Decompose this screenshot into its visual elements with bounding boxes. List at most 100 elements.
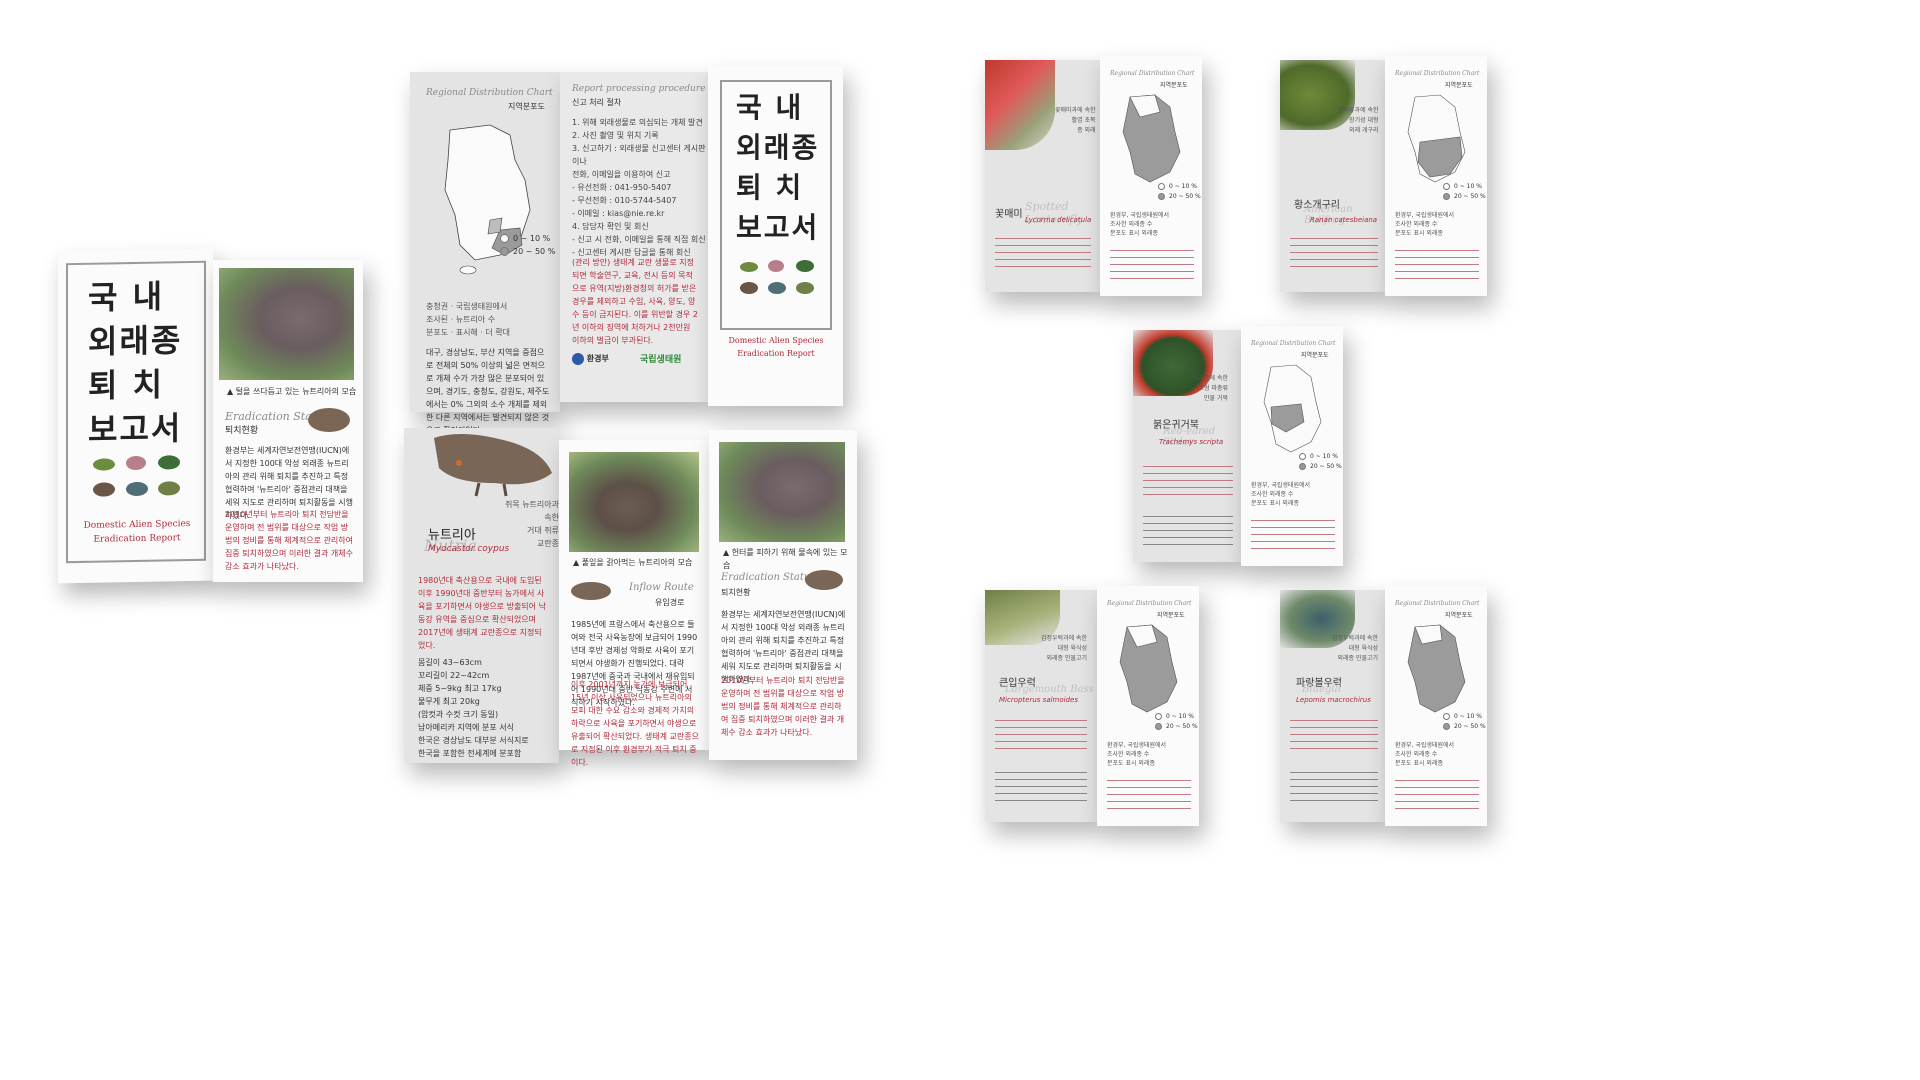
species-note: 검정우럭과에 속한 대형 육식성 외래종 민물고기 — [1041, 635, 1088, 662]
top-cover-subtitle: Domestic Alien Species Eradication Repor… — [728, 336, 824, 358]
map-title-kr: 지역분포도 — [1301, 352, 1329, 359]
species-sci: Lycorma delicatula — [1025, 216, 1092, 224]
map-title-en: Regional Distribution Chart — [1110, 70, 1195, 77]
mini-bluegill-left: 검정우럭과에 속한 대형 육식성 외래종 민물고기 파랑볼우럭 Bluegill L… — [1280, 590, 1385, 822]
nutria-icon — [740, 282, 758, 294]
top-spread-left: Regional Distribution Chart 지역분포도 0 ~ 10… — [410, 72, 560, 435]
map-legend: 0 ~ 10 % 20 ~ 50 % — [1299, 452, 1342, 472]
map-title-kr: 지역분포도 — [1445, 82, 1473, 89]
map-legend: 0 ~ 10 % 20 ~ 50 % — [1443, 712, 1486, 732]
lizard-icon — [740, 262, 758, 272]
korea-map — [1263, 364, 1322, 453]
bottom-spread-middle: ▲ 풀잎을 갉아먹는 뉴트리아의 모습 Inflow Route 유입경로 19… — [559, 440, 709, 767]
mini-turtle-left: 외래종에 속한 소형 파충류 만물 거북 붉은귀거북 Red-eared Slide… — [1133, 330, 1241, 562]
org-note: 환경부, 국립생태원에서 조사한 외래종 수 분포도 표시 외래종 — [1251, 482, 1311, 507]
map-title-kr: 지역분포도 — [1445, 612, 1473, 619]
species-body — [995, 232, 1091, 272]
left-cover-panel: 국 내 외래종 퇴 치 보고서 Domestic Alien Species E… — [58, 248, 213, 584]
species-body — [1290, 714, 1378, 754]
bottom-spread-left: 쥐목 뉴트리아과 속한 거대 쥐류 교란종 뉴트리아 Nutria Myocas… — [404, 428, 559, 763]
bottom-spread-right: ▲ 헌터를 피하기 위해 물속에 있는 모습 Eradication Statu… — [709, 430, 857, 760]
nutria-eating-photo — [569, 452, 699, 552]
species-sci: Ranan catesbeiana — [1310, 216, 1378, 224]
section-title-kr: 퇴치현황 — [225, 426, 259, 436]
org-note: 환경부, 국립생태원에서 조사한 외래종 수 분포도 표시 외래종 — [1395, 212, 1455, 237]
map-title-en: Regional Distribution Chart — [1395, 70, 1480, 77]
inflow-body-red: 이후 2001년까지 농가에 보급되어 15년 이상 사육되었으나 뉴트리아의 … — [571, 680, 699, 767]
species-note: 양서류과에 속한 장기성 대형 외래 개구리 — [1338, 107, 1379, 134]
species-body-red — [1107, 774, 1191, 814]
species-en: Largemouth Bass — [1005, 684, 1094, 695]
species-body-red — [1395, 244, 1479, 284]
species-intro: 1980년대 축산용으로 국내에 도입된 이후 1990년대 중반부터 농가에서… — [418, 576, 546, 650]
species-note: 꽃매미과에 속한 활엽 초목 종 외래 — [1055, 107, 1096, 134]
species-en: Bluegill — [1302, 684, 1341, 695]
proc-title-kr: 신고 처리 절차 — [572, 98, 622, 107]
photo-caption: ▲ 털을 쓰다듬고 있는 뉴트리아의 모습 — [227, 387, 357, 396]
nutria-small-icon — [805, 570, 843, 590]
map-legend: 0 ~ 10 % 20 ~ 50 % — [1158, 182, 1201, 202]
region-notes: 충청권 · 국립생태원에서 조사된 · 뉴트리아 수 분포도 · 표시해 · 더… — [426, 302, 511, 337]
nutria-photo — [219, 268, 354, 380]
org-note: 환경부, 국립생태원에서 조사한 외래종 수 분포도 표시 외래종 — [1107, 742, 1167, 767]
cover-subtitle: Domestic Alien Species Eradication Repor… — [83, 519, 191, 545]
map-legend: 0 ~ 10 % 20 ~ 50 % — [500, 232, 555, 258]
nutria-small-icon — [571, 582, 611, 600]
mini-lanternfly-right: Regional Distribution Chart 지역분포도 0 ~ 10… — [1100, 56, 1202, 296]
nutria-illustration-large — [434, 434, 552, 497]
photo-caption-1: ▲ 풀잎을 갉아먹는 뉴트리아의 모습 — [573, 558, 693, 567]
korea-map — [1122, 94, 1181, 183]
species-note: 외래종에 속한 소형 파충류 만물 거북 — [1193, 375, 1229, 402]
mini-turtle-right: Regional Distribution Chart 지역분포도 0 ~ 10… — [1241, 326, 1343, 566]
species-stats — [995, 766, 1087, 806]
species-body — [995, 714, 1087, 754]
logo-environment: 환경부 — [572, 352, 609, 365]
map-title-kr: 지역분포도 — [508, 102, 545, 111]
species-sci: Lepomis macrochirus — [1296, 696, 1371, 704]
species-body-red — [1110, 244, 1194, 284]
species-body-red — [1251, 514, 1335, 554]
erad-body-red: 2010년부터 뉴트리아 퇴치 전담반을 운영하며 전 범위를 대상으로 작업 … — [721, 676, 845, 737]
org-note: 환경부, 국립생태원에서 조사한 외래종 수 분포도 표시 외래종 — [1110, 212, 1170, 237]
turtle-icon — [796, 260, 814, 272]
map-title-kr: 지역분포도 — [1160, 82, 1188, 89]
nutria-water-photo — [719, 442, 845, 542]
species-stats: 몸길이 43~63cm 꼬리길이 22~42cm 체중 5~9kg 최고 17k… — [418, 658, 529, 758]
map-legend: 0 ~ 10 % 20 ~ 50 % — [1155, 712, 1198, 732]
mini-bass-left: 검정우럭과에 속한 대형 육식성 외래종 민물고기 큰입우럭 Largemouth … — [985, 590, 1097, 822]
left-inner-panel: ▲ 털을 쓰다듬고 있는 뉴트리아의 모습 Eradication Status… — [213, 260, 363, 582]
species-sci: Trachemys scripta — [1159, 438, 1224, 446]
species-body-red — [1395, 774, 1479, 814]
inflow-title-kr: 유입경로 — [655, 598, 685, 607]
erad-title-kr: 퇴치현황 — [721, 588, 751, 597]
species-note: 검정우럭과에 속한 대형 육식성 외래종 민물고기 — [1332, 635, 1379, 662]
species-kr: 꽃매미 — [995, 209, 1023, 220]
map-title-en: Regional Distribution Chart — [1395, 600, 1480, 607]
photo-caption-2: ▲ 헌터를 피하기 위해 물속에 있는 모습 — [723, 548, 848, 570]
top-spread-middle: Report processing procedure 신고 처리 절차 1. … — [560, 72, 708, 402]
proc-warning: (관리 방안) 생태계 교란 생물로 지정되면 학술연구, 교육, 전시 등의 … — [572, 258, 698, 345]
lanternfly-art — [985, 60, 1055, 150]
mini-bullfrog-left: 양서류과에 속한 장기성 대형 외래 개구리 황소개구리 American Bull… — [1280, 60, 1385, 292]
top-cover-title: 국 내 외래종 퇴 치 보고서 — [736, 91, 820, 244]
korea-map — [1407, 94, 1466, 183]
mini-bluegill-right: Regional Distribution Chart 지역분포도 0 ~ 10… — [1385, 586, 1487, 826]
map-title-en: Regional Distribution Chart — [1107, 600, 1192, 607]
mini-bullfrog-right: Regional Distribution Chart 지역분포도 0 ~ 10… — [1385, 56, 1487, 296]
species-stats — [1290, 766, 1378, 806]
korea-map — [1407, 624, 1466, 713]
mini-lanternfly-left: 꽃매미과에 속한 활엽 초목 종 외래 꽃매미 Spotted Lanternfly… — [985, 60, 1100, 292]
side-note: 쥐목 뉴트리아과 속한 거대 쥐류 교란종 — [504, 500, 559, 548]
nutria-illustration — [308, 408, 350, 432]
mini-bass-right: Regional Distribution Chart 지역분포도 0 ~ 10… — [1097, 586, 1199, 826]
map-legend: 0 ~ 10 % 20 ~ 50 % — [1443, 182, 1486, 202]
logo-nie: 국립생태원 — [640, 355, 682, 365]
korea-map — [1119, 624, 1178, 713]
inflow-title-en: Inflow Route — [629, 582, 694, 593]
cover-title: 국 내 외래종 퇴 치 보고서 — [88, 277, 183, 449]
proc-steps: 1. 위해 외래생물로 의심되는 개체 발견 2. 사진 촬영 및 위치 기록 … — [572, 118, 706, 257]
bluegill-icon — [768, 282, 786, 294]
region-body: 대구, 경상남도, 부산 지역을 중점으로 전체의 50% 이상의 넓은 면적으… — [426, 348, 550, 435]
section-body-red: 2010년부터 뉴트리아 퇴치 전담반을 운영하며 전 범위를 대상으로 작업 … — [225, 510, 353, 571]
map-title-en: Regional Distribution Chart — [426, 88, 553, 98]
